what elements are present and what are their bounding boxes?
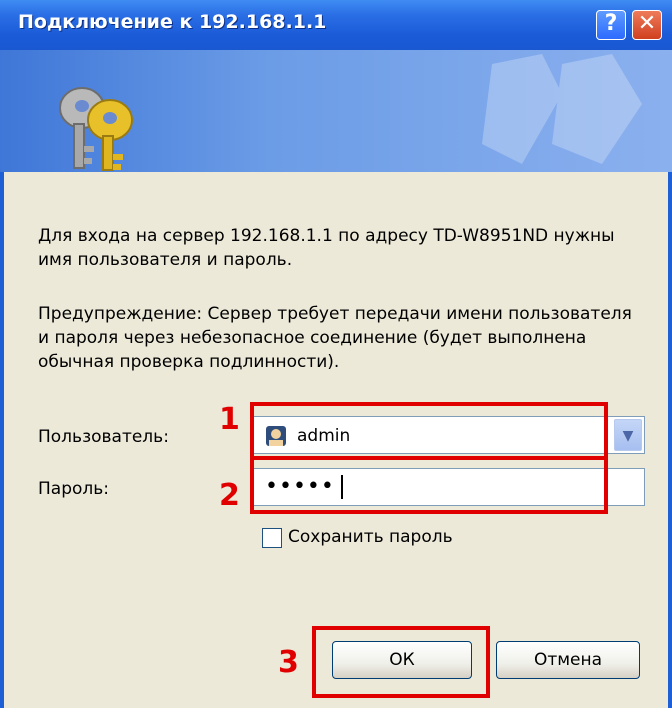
annotation-number-2: 2 [219, 478, 240, 513]
keys-icon [59, 87, 133, 171]
security-warning-text: Предупреждение: Сервер требует передачи … [38, 304, 632, 372]
annotation-box-3 [312, 626, 490, 698]
chevron-down-icon[interactable]: ▼ [614, 419, 642, 451]
annotation-box-2 [250, 456, 608, 514]
banner-keys-watermark-icon [482, 54, 642, 164]
close-button[interactable]: ✕ [632, 10, 662, 40]
cancel-button[interactable]: Отмена [496, 641, 640, 679]
dialog-title: Подключение к 192.168.1.1 [18, 11, 327, 33]
save-password-label[interactable]: Сохранить пароль [288, 527, 453, 547]
help-button[interactable]: ? [596, 10, 626, 40]
save-password-checkbox[interactable] [262, 528, 282, 548]
title-bar[interactable]: Подключение к 192.168.1.1 ? ✕ [0, 0, 672, 50]
login-dialog: Подключение к 192.168.1.1 ? ✕ Для входа … [0, 0, 672, 708]
password-label: Пароль: [38, 479, 110, 499]
user-label: Пользователь: [38, 427, 169, 447]
banner [0, 50, 672, 172]
login-prompt-text: Для входа на сервер 192.168.1.1 по адрес… [38, 226, 615, 270]
annotation-number-1: 1 [219, 402, 240, 437]
annotation-number-3: 3 [278, 645, 299, 680]
annotation-box-1 [250, 402, 608, 460]
